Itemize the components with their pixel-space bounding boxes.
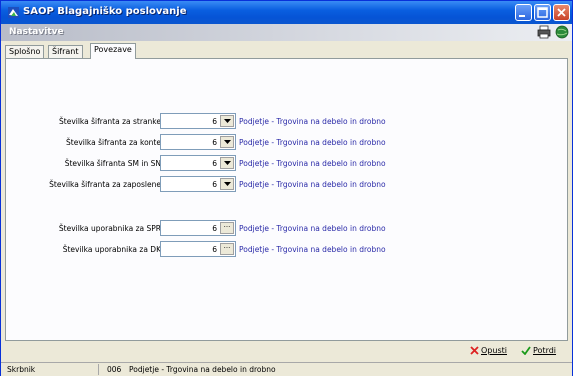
field-value: 6 [212,117,217,126]
uporabnik-dk-field[interactable]: 6 ··· [160,241,236,257]
sifrant-sm-sn-field[interactable]: 6 [160,155,236,171]
cancel-x-icon [470,346,479,355]
confirm-label: Potrdi [533,346,557,355]
sifrant-zaposlene-field[interactable]: 6 [160,176,236,192]
tab-sifrant[interactable]: Šifrant [48,45,83,58]
dropdown-button[interactable] [220,178,234,190]
row-description: Podjetje - Trgovina na debelo in drobno [239,117,386,126]
status-company-code: 006 [107,365,122,374]
row-label: Številka šifranta za zaposlene [49,180,161,189]
application-window: SAOP Blagajniško poslovanje Nastavitve S… [0,0,573,376]
dropdown-arrow-icon [224,140,231,144]
row-description: Podjetje - Trgovina na debelo in drobno [239,245,386,254]
close-button[interactable] [553,4,570,21]
dropdown-arrow-icon [224,182,231,186]
setting-row: Številka šifranta za konte 6 Podjetje - … [6,134,569,152]
tab-label: Šifrant [52,47,79,56]
status-bar: Skrbnik 006 Podjetje - Trgovina na debel… [1,362,572,376]
window-title: SAOP Blagajniško poslovanje [23,6,187,17]
status-user: Skrbnik [7,365,36,374]
settings-panel: Številka šifranta za stranke 6 Podjetje … [5,58,568,341]
tab-label: Splošno [9,47,41,56]
field-value: 6 [212,138,217,147]
row-description: Podjetje - Trgovina na debelo in drobno [239,180,386,189]
browse-button[interactable]: ··· [220,222,234,234]
setting-row: Številka uporabnika za SPR 6 ··· Podjetj… [6,220,569,238]
field-value: 6 [212,245,217,254]
field-value: 6 [212,224,217,233]
maximize-icon [537,7,548,18]
row-label: Številka uporabnika za DK [62,245,161,254]
close-icon [557,8,566,17]
status-divider [98,364,99,375]
confirm-button[interactable]: Potrdi [521,344,556,358]
setting-row: Številka šifranta za zaposlene 6 Podjetj… [6,176,569,194]
field-value: 6 [212,180,217,189]
setting-row: Številka šifranta za stranke 6 Podjetje … [6,113,569,131]
row-description: Podjetje - Trgovina na debelo in drobno [239,224,386,233]
globe-icon[interactable] [555,25,569,39]
uporabnik-spr-field[interactable]: 6 ··· [160,220,236,236]
browse-button[interactable]: ··· [220,243,234,255]
tab-splosno[interactable]: Splošno [5,45,45,58]
cancel-button[interactable]: Opusti [470,344,507,358]
minimize-button[interactable] [515,4,532,21]
row-description: Podjetje - Trgovina na debelo in drobno [239,138,386,147]
printer-icon[interactable] [537,25,551,39]
page-title: Nastavitve [9,27,64,37]
sifrant-stranke-field[interactable]: 6 [160,113,236,129]
row-label: Številka uporabnika za SPR [58,224,161,233]
row-description: Podjetje - Trgovina na debelo in drobno [239,159,386,168]
checkmark-icon [521,346,531,356]
dropdown-button[interactable] [220,136,234,148]
cancel-label: Opusti [481,346,507,355]
sifrant-konte-field[interactable]: 6 [160,134,236,150]
dropdown-button[interactable] [220,157,234,169]
setting-row: Številka šifranta SM in SN 6 Podjetje - … [6,155,569,173]
row-label: Številka šifranta za stranke [59,117,161,126]
tab-povezave[interactable]: Povezave [90,43,136,59]
form-header: Nastavitve [1,24,572,41]
dropdown-button[interactable] [220,115,234,127]
button-bar: Opusti Potrdi [5,342,568,360]
field-value: 6 [212,159,217,168]
status-company-name: Podjetje - Trgovina na debelo in drobno [129,365,276,374]
minimize-icon [519,15,525,17]
maximize-button[interactable] [534,4,551,21]
dropdown-arrow-icon [224,119,231,123]
row-label: Številka šifranta SM in SN [64,159,161,168]
title-bar[interactable]: SAOP Blagajniško poslovanje [1,1,572,24]
app-icon [8,7,19,18]
setting-row: Številka uporabnika za DK 6 ··· Podjetje… [6,241,569,259]
row-label: Številka šifranta za konte [66,138,161,147]
tab-label: Povezave [94,45,132,54]
dropdown-arrow-icon [224,161,231,165]
